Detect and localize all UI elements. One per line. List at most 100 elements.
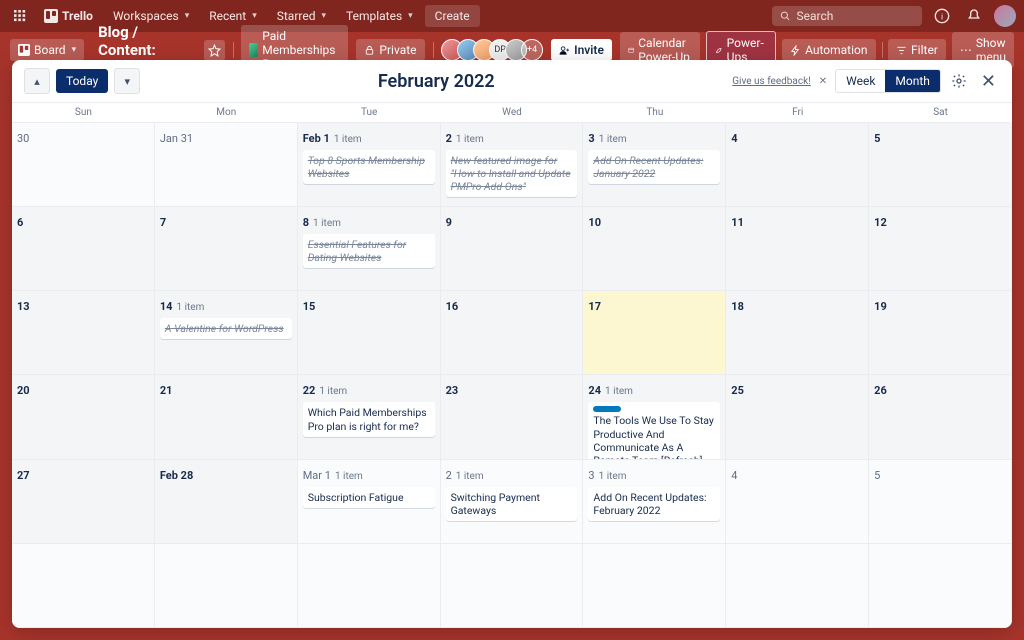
- calendar-cell[interactable]: 221 itemWhich Paid Memberships Pro plan …: [298, 375, 441, 459]
- calendar-cell[interactable]: 30: [12, 123, 155, 207]
- calendar-cell[interactable]: 23: [441, 375, 584, 459]
- filter-button[interactable]: Filter: [888, 39, 946, 61]
- calendar-card[interactable]: Switching Payment Gateways: [446, 487, 578, 521]
- day-header: Sat: [869, 103, 1012, 122]
- calendar-cell[interactable]: Jan 31: [155, 123, 298, 207]
- calendar-cell[interactable]: 17: [583, 291, 726, 375]
- calendar-cell[interactable]: 7: [155, 207, 298, 291]
- today-button[interactable]: Today: [56, 69, 108, 93]
- notifications-icon[interactable]: [962, 4, 986, 28]
- calendar-cell[interactable]: 25: [726, 375, 869, 459]
- calendar-cell[interactable]: 13: [12, 291, 155, 375]
- nav-recent[interactable]: Recent: [201, 5, 265, 27]
- search-box[interactable]: [772, 6, 922, 26]
- day-number: 20: [17, 384, 30, 397]
- calendar-cell[interactable]: 141 itemA Valentine for WordPress: [155, 291, 298, 375]
- calendar-cell[interactable]: 4: [726, 460, 869, 544]
- day-number: 9: [446, 216, 452, 229]
- calendar-card[interactable]: Subscription Fatigue: [303, 487, 435, 508]
- automation-button[interactable]: Automation: [782, 39, 875, 61]
- calendar-cell[interactable]: [441, 544, 584, 628]
- svg-text:i: i: [941, 12, 943, 22]
- calendar-card[interactable]: Add On Recent Updates: February 2022: [588, 487, 720, 521]
- calendar-panel: ▴ Today ▾ February 2022 Give us feedback…: [12, 60, 1012, 628]
- calendar-cell[interactable]: 12: [869, 207, 1012, 291]
- calendar-cell[interactable]: 21: [155, 375, 298, 459]
- card-title: The Tools We Use To Stay Productive And …: [593, 414, 713, 459]
- info-icon[interactable]: i: [930, 4, 954, 28]
- user-avatar[interactable]: [994, 5, 1016, 27]
- invite-button[interactable]: Invite: [551, 39, 612, 61]
- calendar-cell[interactable]: 5: [869, 460, 1012, 544]
- calendar-cell[interactable]: Feb 28: [155, 460, 298, 544]
- add-user-icon: [559, 45, 570, 56]
- prev-month-button[interactable]: ▴: [24, 68, 50, 94]
- calendar-card[interactable]: Which Paid Memberships Pro plan is right…: [303, 402, 435, 436]
- calendar-cell[interactable]: 11: [726, 207, 869, 291]
- calendar-cell[interactable]: Mar 11 itemSubscription Fatigue: [298, 460, 441, 544]
- calendar-cell[interactable]: 31 itemAdd On Recent Updates: February 2…: [583, 460, 726, 544]
- calendar-cell[interactable]: [869, 544, 1012, 628]
- month-view-button[interactable]: Month: [885, 70, 939, 92]
- item-count: 1 item: [176, 302, 204, 313]
- calendar-settings-button[interactable]: [949, 71, 969, 91]
- nav-starred[interactable]: Starred: [269, 5, 334, 27]
- calendar-cell[interactable]: [583, 544, 726, 628]
- calendar-cell[interactable]: 6: [12, 207, 155, 291]
- calendar-cell[interactable]: 31 itemAdd On Recent Updates: January 20…: [583, 123, 726, 207]
- calendar-cell[interactable]: 10: [583, 207, 726, 291]
- close-feedback[interactable]: ✕: [819, 76, 827, 87]
- view-toggle: Week Month: [835, 69, 941, 93]
- calendar-card[interactable]: Essential Features for Dating Websites: [303, 234, 435, 268]
- item-count: 1 item: [456, 471, 484, 482]
- item-count: 1 item: [335, 471, 363, 482]
- apps-grid-icon[interactable]: [8, 4, 32, 28]
- nav-templates[interactable]: Templates: [338, 5, 421, 27]
- create-button[interactable]: Create: [425, 5, 480, 27]
- search-input[interactable]: [797, 9, 914, 23]
- visibility-chip[interactable]: Private: [356, 39, 424, 61]
- calendar-cell[interactable]: 5: [869, 123, 1012, 207]
- day-number: Feb 28: [160, 469, 193, 482]
- calendar-cell[interactable]: [298, 544, 441, 628]
- calendar-cell[interactable]: [12, 544, 155, 628]
- member-avatars[interactable]: DP +4: [441, 39, 543, 61]
- week-view-button[interactable]: Week: [836, 70, 885, 92]
- calendar-cell[interactable]: 26: [869, 375, 1012, 459]
- calendar-card[interactable]: A Valentine for WordPress: [160, 318, 292, 339]
- calendar-card[interactable]: The Tools We Use To Stay Productive And …: [588, 402, 720, 459]
- calendar-cell[interactable]: 241 itemThe Tools We Use To Stay Product…: [583, 375, 726, 459]
- day-number: 18: [731, 300, 744, 313]
- calendar-cell[interactable]: 18: [726, 291, 869, 375]
- calendar-cell[interactable]: 19: [869, 291, 1012, 375]
- item-count: 1 item: [334, 134, 362, 145]
- calendar-card[interactable]: New featured image for "How to Install a…: [446, 150, 578, 197]
- calendar-cell[interactable]: 27: [12, 460, 155, 544]
- calendar-cell[interactable]: 21 itemNew featured image for "How to In…: [441, 123, 584, 207]
- calendar-cell[interactable]: 15: [298, 291, 441, 375]
- calendar-card[interactable]: Add On Recent Updates: January 2022: [588, 150, 720, 184]
- lock-icon: [364, 45, 375, 56]
- calendar-cell[interactable]: 20: [12, 375, 155, 459]
- day-header: Wed: [441, 103, 584, 122]
- day-header: Tue: [298, 103, 441, 122]
- calendar-card[interactable]: Top 8 Sports Membership Websites: [303, 150, 435, 184]
- calendar-cell[interactable]: 9: [441, 207, 584, 291]
- calendar-cell[interactable]: 4: [726, 123, 869, 207]
- star-button[interactable]: [204, 40, 225, 61]
- day-header: Sun: [12, 103, 155, 122]
- close-calendar-button[interactable]: ✕: [977, 69, 1000, 94]
- card-title: Essential Features for Dating Websites: [308, 238, 407, 264]
- feedback-link[interactable]: Give us feedback!: [732, 76, 811, 87]
- item-count: 1 item: [456, 134, 484, 145]
- calendar-cell[interactable]: Feb 11 itemTop 8 Sports Membership Websi…: [298, 123, 441, 207]
- calendar-cell[interactable]: 21 itemSwitching Payment Gateways: [441, 460, 584, 544]
- more-members[interactable]: +4: [521, 39, 543, 61]
- day-number: 21: [160, 384, 173, 397]
- calendar-cell[interactable]: 16: [441, 291, 584, 375]
- next-month-button[interactable]: ▾: [114, 68, 140, 94]
- board-view-switcher[interactable]: Board: [10, 39, 84, 61]
- calendar-cell[interactable]: 81 itemEssential Features for Dating Web…: [298, 207, 441, 291]
- calendar-cell[interactable]: [155, 544, 298, 628]
- calendar-cell[interactable]: [726, 544, 869, 628]
